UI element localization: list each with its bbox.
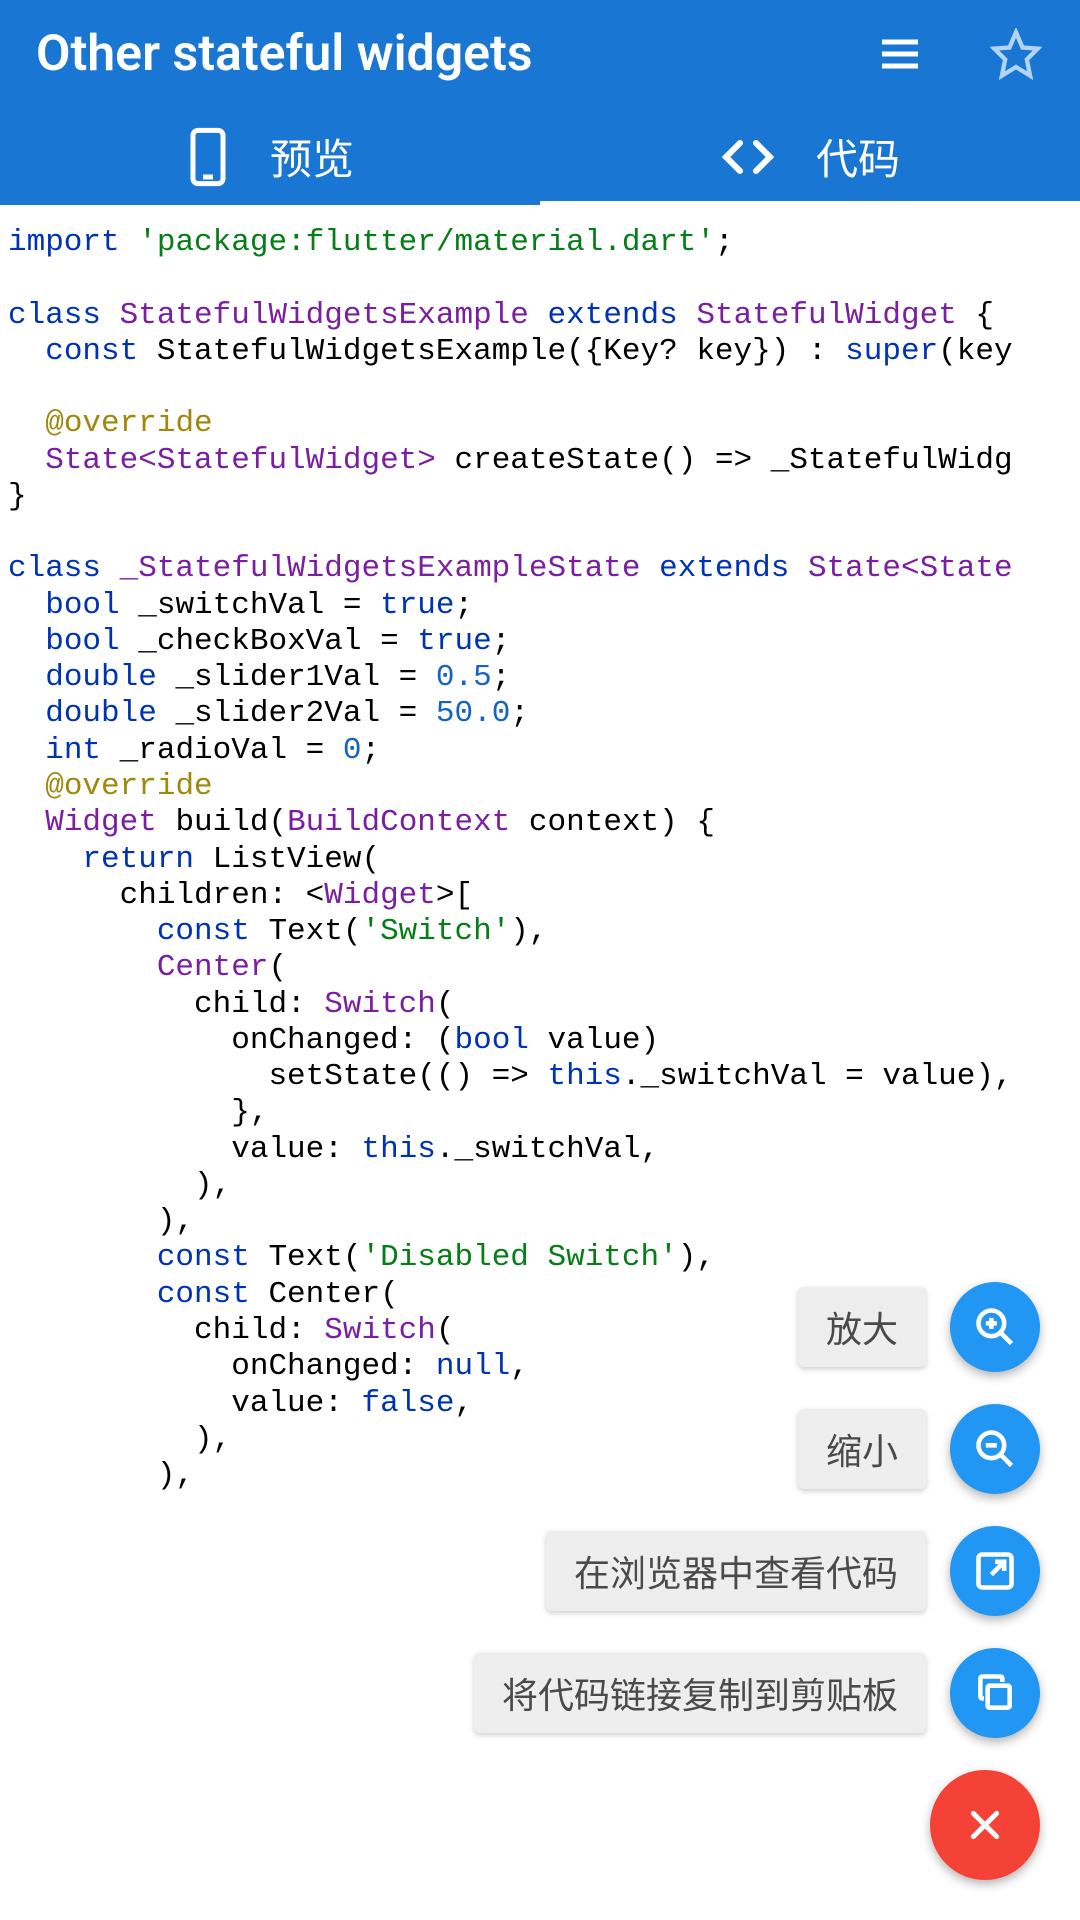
fab-open-browser[interactable] [950,1526,1040,1616]
tab-preview-label: 预览 [270,126,354,187]
close-icon [965,1805,1005,1845]
code-icon [720,137,776,177]
fab-close[interactable] [930,1770,1040,1880]
star-icon[interactable] [988,26,1044,82]
fab-zoom-in[interactable] [950,1282,1040,1372]
app-bar-top: Other stateful widgets [0,0,1080,108]
fab-row-zoom-out: 缩小 [798,1404,1040,1494]
fab-row-copy-link: 将代码链接复制到剪贴板 [474,1648,1040,1738]
floating-actions: 放大 缩小 在浏览器中查看代码 将代码链接复制到剪贴板 [474,1282,1040,1880]
tab-code[interactable]: 代码 [540,108,1080,205]
menu-icon[interactable] [872,26,928,82]
app-bar-actions [872,26,1044,82]
zoom-out-icon [973,1427,1017,1471]
fab-zoom-in-label: 放大 [798,1287,926,1367]
fab-row-open-browser: 在浏览器中查看代码 [546,1526,1040,1616]
app-bar: Other stateful widgets 预览 代码 [0,0,1080,205]
fab-zoom-out-label: 缩小 [798,1409,926,1489]
tabs: 预览 代码 [0,108,1080,205]
tab-code-label: 代码 [816,126,900,187]
phone-icon [186,127,230,187]
fab-copy-link-label: 将代码链接复制到剪贴板 [474,1653,926,1733]
fab-copy-link[interactable] [950,1648,1040,1738]
fab-zoom-out[interactable] [950,1404,1040,1494]
zoom-in-icon [973,1305,1017,1349]
tab-preview[interactable]: 预览 [0,108,540,205]
copy-icon [973,1671,1017,1715]
fab-row-close [930,1770,1040,1880]
fab-open-browser-label: 在浏览器中查看代码 [546,1531,926,1611]
fab-row-zoom-in: 放大 [798,1282,1040,1372]
open-external-icon [973,1549,1017,1593]
page-title: Other stateful widgets [36,25,872,83]
